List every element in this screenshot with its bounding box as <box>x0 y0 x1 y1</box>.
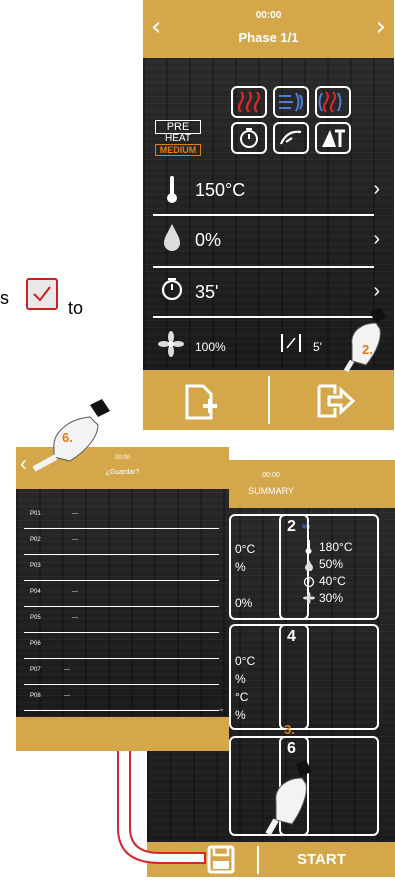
exit-icon[interactable] <box>315 382 356 425</box>
slot-label: P01 <box>30 511 41 517</box>
card-value: 180°C <box>319 540 353 554</box>
card-value: % <box>235 672 246 686</box>
slot-label: P03 <box>30 563 41 569</box>
phase-title: Phase 1/1 <box>238 30 299 45</box>
delay-icon <box>281 334 301 352</box>
program-slot[interactable]: P07 --- <box>24 659 219 687</box>
save-screen: ‹ 00:00 ¿Guardar? P01 --- P02 --- P03 P0… <box>16 447 229 717</box>
card-number: 6 <box>287 740 296 757</box>
phase-time: 00:00 <box>255 10 282 21</box>
water-drop-icon <box>161 222 183 257</box>
thermometer-icon <box>165 174 179 209</box>
timer-mode-icon[interactable] <box>231 122 267 154</box>
slot-label: P06 <box>30 641 41 647</box>
slot-value: --- <box>72 511 78 517</box>
thermometer-icon <box>305 540 312 559</box>
preheat-line1: PRE <box>155 120 201 134</box>
fan-speed-value: 100% <box>195 340 226 354</box>
program-slot-list: P01 --- P02 --- P03 P04 --- P05 --- P06 <box>16 503 229 711</box>
slot-label: P05 <box>30 615 41 621</box>
card-value: 0°C <box>235 654 256 668</box>
delta-t-icon[interactable] <box>315 122 351 154</box>
program-slot[interactable]: P02 --- <box>24 529 219 557</box>
convection-mode-icon[interactable] <box>231 86 267 118</box>
slot-value: --- <box>72 589 78 595</box>
instruction-fragment-right: to <box>68 298 84 318</box>
stopwatch-icon <box>303 574 315 592</box>
card-value: °C <box>235 690 249 704</box>
phase-header: ‹ 00:00 Phase 1/1 › <box>143 0 394 58</box>
preheat-badge[interactable]: PRE HEAT MEDIUM <box>155 120 201 156</box>
pointing-hand-icon <box>262 758 318 843</box>
footer-divider <box>257 846 259 874</box>
pointing-hand-icon <box>28 395 118 480</box>
divider <box>153 316 374 318</box>
card-value: 0% <box>235 596 253 610</box>
step-label: 6. <box>62 430 73 445</box>
card-value: % <box>235 560 246 574</box>
slot-label: P07 <box>30 667 41 673</box>
stopwatch-icon <box>159 276 185 307</box>
program-slot[interactable]: P08 --- <box>24 685 219 713</box>
slot-label: P08 <box>30 693 41 699</box>
preheat-line2: HEAT <box>165 133 191 144</box>
timer-value: 35' <box>195 282 219 302</box>
card-number: 2 <box>287 518 296 535</box>
program-slot[interactable]: P06 <box>24 633 219 661</box>
step-label: 2. <box>362 342 373 357</box>
program-slot[interactable]: P01 --- <box>24 503 219 531</box>
chevron-right-icon: › <box>373 228 380 250</box>
slot-value: --- <box>72 615 78 621</box>
scroll-down-icon[interactable]: ⌄ <box>217 703 225 714</box>
humidity-row[interactable]: 0% › <box>143 220 394 264</box>
steam-mode-icon: ≋) <box>301 522 311 531</box>
chevron-right-icon: › <box>373 280 380 302</box>
slot-value: --- <box>72 537 78 543</box>
divider <box>24 709 219 711</box>
step-label: 3. <box>284 722 295 737</box>
slot-label: P04 <box>30 589 41 595</box>
start-button[interactable]: START <box>297 851 346 868</box>
fan-icon <box>303 591 315 609</box>
divider <box>153 214 374 216</box>
card-value: 0°C <box>235 542 256 556</box>
footer-divider <box>268 376 270 424</box>
divider <box>153 266 374 268</box>
program-slot[interactable]: P03 <box>24 555 219 583</box>
checkmark-icon <box>26 278 58 310</box>
instruction-fragment-left: s <box>0 288 9 308</box>
steam-mode-icon[interactable] <box>273 86 309 118</box>
phase-card-2[interactable]: 2 ≋) 180°C 50% 40°C 30% <box>279 514 379 620</box>
card-number: 4 <box>287 628 296 645</box>
save-disk-icon[interactable] <box>207 845 235 879</box>
program-slot[interactable]: P04 --- <box>24 581 219 609</box>
card-value: % <box>235 708 246 722</box>
delay-value: 5' <box>313 340 322 354</box>
core-probe-icon[interactable] <box>273 122 309 154</box>
humidity-value: 0% <box>195 230 222 250</box>
slot-label: P02 <box>30 537 41 543</box>
card-value: 40°C <box>319 574 346 588</box>
slot-value: --- <box>64 667 70 673</box>
card-value: 50% <box>319 557 344 571</box>
phase-card-4[interactable]: 4 <box>279 624 379 730</box>
preheat-level: MEDIUM <box>155 144 201 156</box>
combi-mode-icon[interactable] <box>315 86 351 118</box>
card-value: 30% <box>319 591 344 605</box>
add-phase-icon[interactable] <box>183 382 221 425</box>
fan-icon <box>157 330 185 363</box>
chevron-right-icon[interactable]: › <box>376 12 386 42</box>
slot-value: --- <box>64 693 70 699</box>
save-footer <box>16 717 229 751</box>
temperature-value: 150°C <box>195 180 246 200</box>
temperature-row[interactable]: 150°C › <box>143 170 394 214</box>
program-slot[interactable]: P05 --- <box>24 607 219 635</box>
chevron-right-icon: › <box>373 178 380 200</box>
